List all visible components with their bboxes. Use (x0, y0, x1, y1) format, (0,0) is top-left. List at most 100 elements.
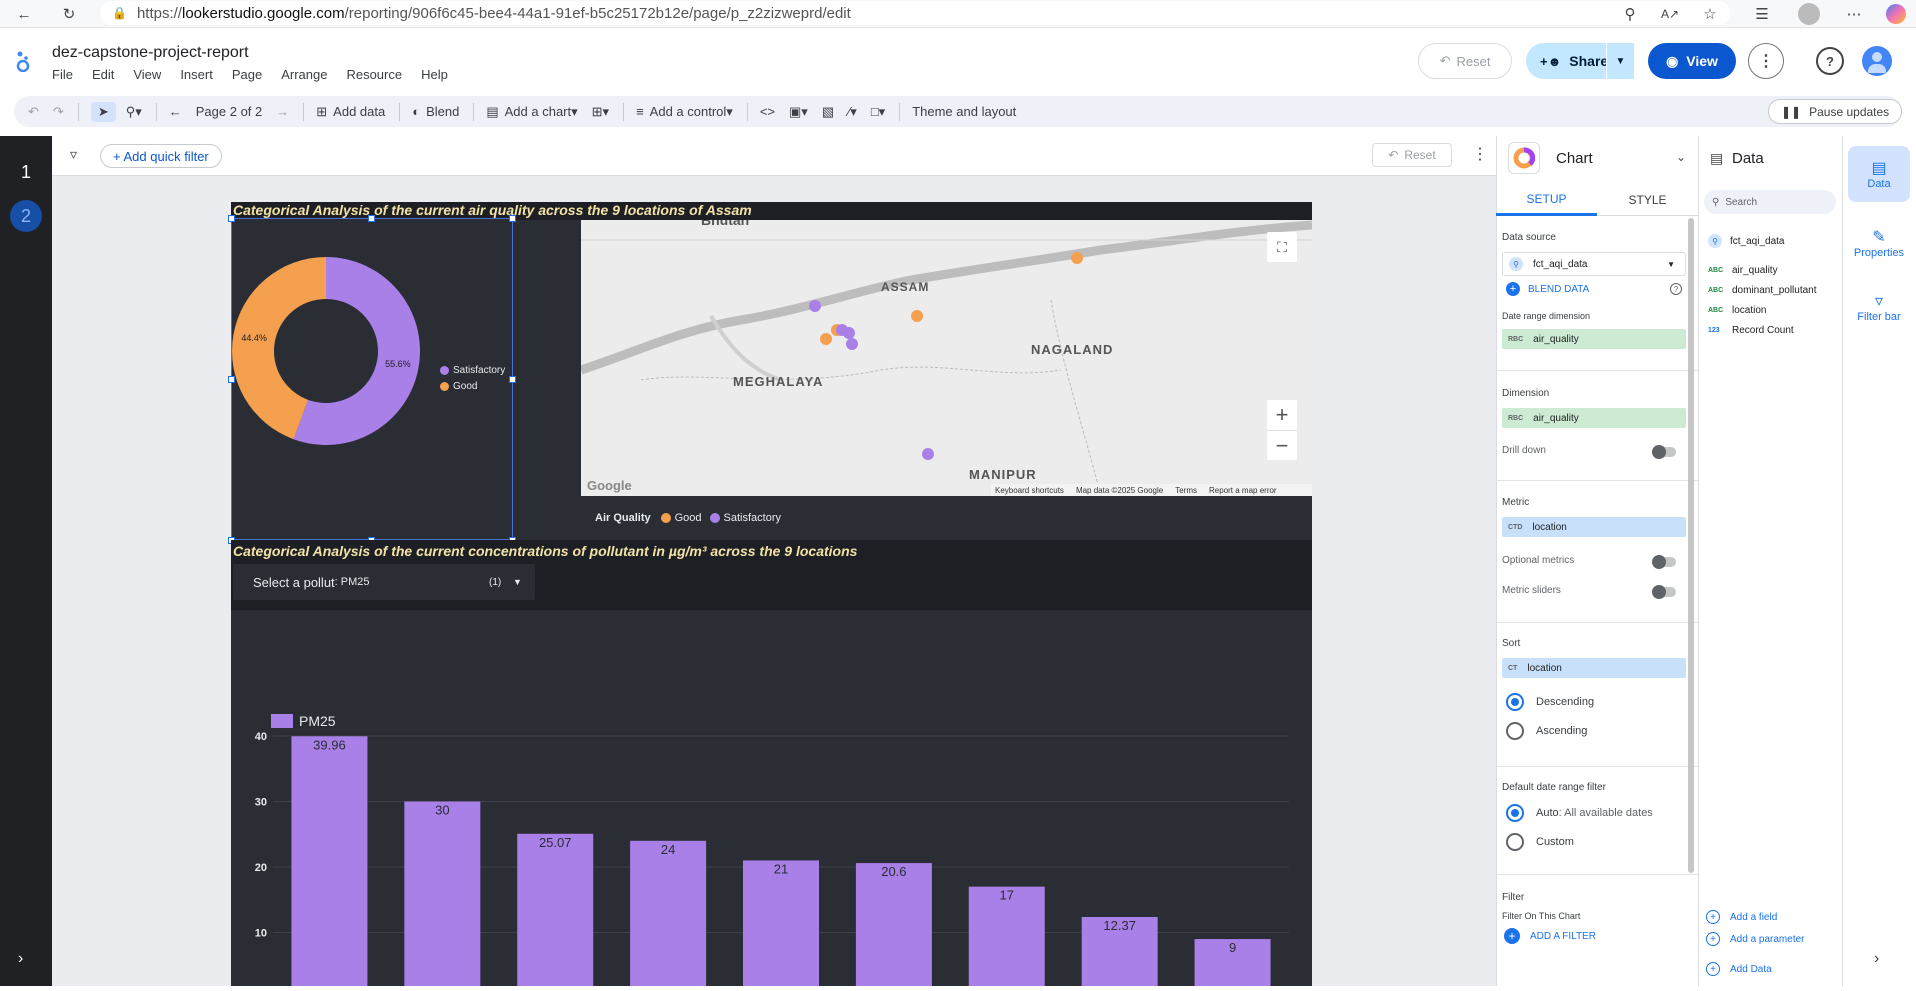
select-dropdown-icon: ▼ (1667, 259, 1675, 269)
page-thumb-2[interactable]: 2 (10, 200, 42, 232)
next-page-icon[interactable]: → (276, 104, 289, 119)
community-viz-icon[interactable]: ⊞▾ (592, 104, 609, 120)
prev-page-icon[interactable]: ← (169, 104, 182, 119)
pause-updates-button[interactable]: ❚❚ Pause updates (1768, 99, 1903, 124)
data-source-item[interactable]: ⚲ fct_aqi_data (1708, 234, 1785, 248)
looker-studio-logo-icon[interactable] (16, 50, 30, 73)
menu-file[interactable]: File (52, 67, 73, 82)
add-parameter-button[interactable]: + Add a parameter (1706, 932, 1805, 946)
date-range-chip[interactable]: RBC air_quality (1502, 329, 1686, 349)
add-data-link[interactable]: + Add Data (1706, 962, 1772, 976)
zoom-out-icon[interactable]: − (1267, 430, 1297, 460)
terms-link[interactable]: Terms (1175, 486, 1197, 495)
help-icon[interactable]: ? (1816, 47, 1844, 75)
data-source-select[interactable]: ⚲ fct_aqi_data ▼ (1502, 252, 1686, 276)
document-title[interactable]: dez-capstone-project-report (52, 44, 249, 62)
rail-data-button[interactable]: ▤ Data (1848, 146, 1910, 202)
dimension-chip[interactable]: RBC air_quality (1502, 408, 1686, 428)
back-icon[interactable]: ← (10, 0, 38, 28)
zoom-icon[interactable]: ⚲ (1616, 0, 1644, 28)
address-bar[interactable]: 🔒 https://lookerstudio.google.com/report… (100, 1, 1730, 25)
tab-style[interactable]: STYLE (1597, 184, 1698, 216)
add-control-button[interactable]: ≡ Add a control ▾ (636, 104, 733, 120)
text-box-icon[interactable]: ▧ (822, 104, 834, 120)
view-button[interactable]: ◉ View (1648, 43, 1736, 79)
more-options-icon[interactable]: ⋮ (1748, 43, 1784, 79)
legend-swatch (271, 714, 293, 728)
optional-metrics-toggle[interactable] (1652, 555, 1676, 569)
chart-panel-collapse-icon[interactable]: ⌄ (1676, 150, 1686, 164)
shape-icon[interactable]: □▾ (871, 104, 885, 120)
copilot-icon[interactable] (1886, 4, 1906, 24)
help-circle-icon[interactable]: ? (1670, 283, 1682, 295)
date-custom-radio[interactable] (1506, 833, 1524, 851)
tab-setup[interactable]: SETUP (1496, 184, 1597, 216)
select-cursor-icon[interactable]: ➤ (90, 101, 116, 122)
add-quick-filter-button[interactable]: + Add quick filter (100, 144, 222, 168)
report-map-error-link[interactable]: Report a map error (1209, 486, 1277, 495)
image-icon[interactable]: ▣▾ (789, 104, 808, 120)
reset-button[interactable]: ↶ Reset (1418, 43, 1512, 79)
collapse-chevron-icon[interactable]: › (1874, 950, 1879, 968)
data-search-input[interactable]: ⚲ Search (1704, 190, 1836, 214)
canvas-reset-button[interactable]: ↶ Reset (1372, 143, 1452, 167)
date-auto-radio[interactable] (1506, 804, 1524, 822)
donut-chart-type-icon[interactable] (1508, 142, 1540, 174)
blend-button[interactable]: ◐ Blend (412, 104, 459, 119)
field-item[interactable]: ABC dominant_pollutant (1708, 285, 1817, 296)
account-avatar[interactable] (1862, 46, 1892, 76)
reload-icon[interactable]: ↻ (55, 0, 83, 28)
undo-icon[interactable]: ↶ (28, 104, 39, 120)
menu-resource[interactable]: Resource (346, 67, 402, 82)
favorite-star-icon[interactable]: ☆ (1696, 0, 1724, 28)
menu-help[interactable]: Help (421, 67, 448, 82)
favorites-list-icon[interactable]: ☰ (1748, 0, 1776, 28)
page-thumb-1[interactable]: 1 (10, 156, 42, 188)
drill-down-toggle[interactable] (1652, 445, 1676, 459)
add-data-button[interactable]: ⊞ Add data (316, 104, 385, 120)
more-menu-icon[interactable]: ⋯ (1840, 0, 1868, 28)
embed-code-icon[interactable]: <> (760, 104, 775, 119)
blend-data-button[interactable]: + BLEND DATA (1506, 282, 1589, 296)
sort-descending-radio[interactable] (1506, 693, 1524, 711)
theme-layout-button[interactable]: Theme and layout (912, 104, 1016, 119)
fullscreen-icon[interactable]: ⛶ (1267, 232, 1297, 262)
menu-arrange[interactable]: Arrange (281, 67, 327, 82)
control-count: (1) (489, 576, 502, 588)
sort-ascending-radio[interactable] (1506, 722, 1524, 740)
pollutant-dropdown-control[interactable]: Select a pollut: PM25 (1) ▼ (233, 564, 535, 600)
read-aloud-icon[interactable]: A↗ (1656, 0, 1684, 28)
redo-icon[interactable]: ↷ (53, 104, 64, 120)
keyboard-shortcuts-link[interactable]: Keyboard shortcuts (995, 486, 1064, 495)
donut-chart[interactable]: 55.6% 44.4% Satisfactory Good (231, 218, 513, 540)
canvas-more-icon[interactable]: ⋮ (1472, 144, 1488, 164)
chart-panel-scrollbar[interactable] (1688, 218, 1694, 873)
field-item[interactable]: ABC location (1708, 305, 1766, 316)
menu-view[interactable]: View (133, 67, 161, 82)
map-legend-title: Air Quality (595, 512, 651, 524)
line-icon[interactable]: ∕▾ (848, 104, 857, 120)
filter-funnel-icon[interactable]: ▿ (70, 146, 77, 163)
metric-chip[interactable]: CTD location (1502, 517, 1686, 537)
google-logo: Google (587, 478, 632, 493)
field-item[interactable]: ABC air_quality (1708, 265, 1778, 276)
zoom-in-icon[interactable]: + (1267, 400, 1297, 430)
zoom-dropdown-icon[interactable]: ⚲▾ (126, 104, 142, 120)
rail-properties-button[interactable]: ✎ Properties (1848, 218, 1910, 268)
menu-page[interactable]: Page (232, 67, 262, 82)
y-tick-label: 40 (255, 731, 267, 743)
bar (517, 833, 594, 991)
expand-chevron-icon[interactable]: › (18, 950, 23, 968)
sort-chip[interactable]: CT location (1502, 658, 1686, 678)
bar-chart[interactable]: PM2501020304039.96Railway Colony,30LGBI … (231, 610, 1312, 991)
menu-edit[interactable]: Edit (92, 67, 114, 82)
profile-avatar[interactable] (1798, 3, 1820, 25)
add-filter-button[interactable]: + ADD A FILTER (1504, 928, 1596, 944)
metric-sliders-toggle[interactable] (1652, 585, 1676, 599)
menu-insert[interactable]: Insert (180, 67, 213, 82)
add-field-button[interactable]: + Add a field (1706, 910, 1777, 924)
rail-filter-bar-button[interactable]: ▿ Filter bar (1848, 282, 1910, 332)
add-chart-button[interactable]: ▤ Add a chart ▾ (486, 104, 577, 120)
field-item[interactable]: 123 Record Count (1708, 325, 1794, 336)
bubble-map[interactable]: Bhutan ASSAM NAGALAND MEGHALAYA MANIPUR … (581, 220, 1312, 496)
